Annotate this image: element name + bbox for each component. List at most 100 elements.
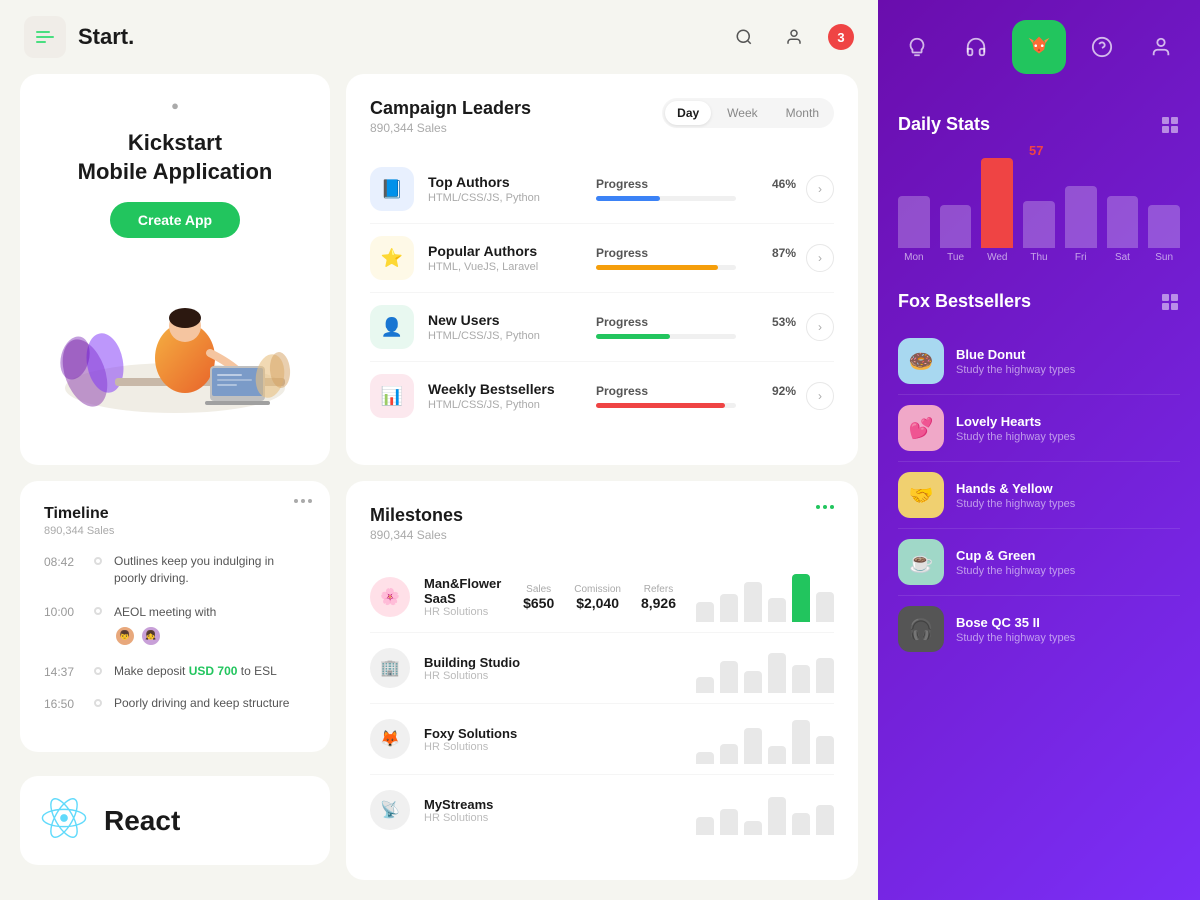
nav-user-icon[interactable]	[1139, 25, 1183, 69]
row-arrow-1[interactable]: ›	[806, 175, 834, 203]
campaign-card: Campaign Leaders 890,344 Sales Day Week …	[346, 74, 858, 465]
bs-sub-1: Study the highway types	[956, 364, 1180, 376]
bar-item-sun: Sun	[1148, 205, 1180, 263]
row-info-2: Popular Authors HTML, VueJS, Laravel	[428, 243, 596, 273]
left-bottom: Timeline 890,344 Sales 08:42 Outlines ke…	[20, 481, 330, 880]
logo-box	[24, 16, 66, 58]
bs-thumb-5: 🎧	[898, 606, 944, 652]
notification-badge[interactable]: 3	[828, 24, 854, 50]
tl-text-3: Make deposit USD 700 to ESL	[114, 663, 277, 680]
progress-bar-bg-2	[596, 265, 736, 270]
tl-text-4: Poorly driving and keep structure	[114, 695, 289, 712]
tab-month[interactable]: Month	[774, 101, 831, 125]
bs-sub-5: Study the highway types	[956, 632, 1180, 644]
row-arrow-4[interactable]: ›	[806, 382, 834, 410]
ms-name-1: Man&Flower SaaS	[424, 576, 523, 606]
row-tech-2: HTML, VueJS, Laravel	[428, 261, 596, 273]
row-tech-3: HTML/CSS/JS, Python	[428, 330, 596, 342]
ms-sub-1: HR Solutions	[424, 606, 523, 618]
bs-info-2: Lovely Hearts Study the highway types	[956, 414, 1180, 443]
row-progress-3: Progress 53%	[596, 315, 796, 339]
bar-col-mon	[898, 196, 930, 248]
fox-bestsellers-title: Fox Bestsellers	[898, 291, 1031, 312]
bar-label-fri: Fri	[1075, 252, 1087, 263]
ms-icon-2: 🏢	[370, 648, 410, 688]
avatar-2: 👧	[140, 625, 162, 647]
bar-label-mon: Mon	[904, 252, 923, 263]
kickstart-title: Kickstart Mobile Application	[78, 129, 273, 186]
milestone-row-4: 📡 MyStreams HR Solutions	[370, 775, 834, 845]
ms-refers-label: Refers	[641, 584, 676, 595]
row-progress-1: Progress 46%	[596, 177, 796, 201]
bar-item-fri: Fri	[1065, 186, 1097, 263]
progress-bar-fill-3	[596, 334, 670, 339]
bestseller-item-4[interactable]: ☕ Cup & Green Study the highway types	[898, 529, 1180, 596]
search-icon[interactable]	[728, 21, 760, 53]
brand-name: Start.	[78, 24, 134, 50]
progress-bar-fill-4	[596, 403, 725, 408]
campaign-row-3: 👤 New Users HTML/CSS/JS, Python Progress…	[370, 293, 834, 362]
row-name-2: Popular Authors	[428, 243, 596, 259]
user-icon[interactable]	[778, 21, 810, 53]
row-info-4: Weekly Bestsellers HTML/CSS/JS, Python	[428, 381, 596, 411]
bar-item-mon: Mon	[898, 196, 930, 263]
row-name-3: New Users	[428, 312, 596, 328]
bs-thumb-4: ☕	[898, 539, 944, 585]
bar-label-tue: Tue	[947, 252, 964, 263]
bs-info-4: Cup & Green Study the highway types	[956, 548, 1180, 577]
bar-label-sun: Sun	[1155, 252, 1173, 263]
progress-bar-fill-2	[596, 265, 718, 270]
row-info-1: Top Authors HTML/CSS/JS, Python	[428, 174, 596, 204]
bar-col-sat	[1107, 196, 1139, 248]
nav-fox-icon[interactable]	[1012, 20, 1066, 74]
bs-info-3: Hands & Yellow Study the highway types	[956, 481, 1180, 510]
row-icon-4: 📊	[370, 374, 414, 418]
timeline-list: 08:42 Outlines keep you indulging in poo…	[44, 553, 306, 712]
bar-chart-container: 57 MonTueWedThuFriSatSun	[898, 151, 1180, 271]
grid-icon[interactable]	[1162, 117, 1180, 133]
tl-time-1: 08:42	[44, 555, 82, 569]
row-icon-3: 👤	[370, 305, 414, 349]
bar-col-wed	[981, 158, 1013, 248]
bestseller-item-2[interactable]: 💕 Lovely Hearts Study the highway types	[898, 395, 1180, 462]
ms-icon-4: 📡	[370, 790, 410, 830]
bs-name-1: Blue Donut	[956, 347, 1180, 362]
bar-col-tue	[940, 205, 972, 248]
progress-bar-fill-1	[596, 196, 660, 201]
tab-week[interactable]: Week	[715, 101, 769, 125]
row-icon-2: ⭐	[370, 236, 414, 280]
milestones-title: Milestones	[370, 505, 463, 526]
nav-headset-icon[interactable]	[954, 25, 998, 69]
ms-sales-label: Sales	[523, 584, 554, 595]
ms-sales-value: $650	[523, 595, 554, 611]
nav-bulb-icon[interactable]	[895, 25, 939, 69]
bestseller-list: 🍩 Blue Donut Study the highway types 💕 L…	[898, 328, 1180, 662]
create-app-button[interactable]: Create App	[110, 202, 240, 238]
tab-day[interactable]: Day	[665, 101, 711, 125]
progress-label-1: Progress 46%	[596, 177, 796, 191]
milestones-menu[interactable]	[816, 505, 834, 509]
nav-question-icon[interactable]	[1080, 25, 1124, 69]
timeline-menu[interactable]	[294, 499, 312, 503]
bar-label-sat: Sat	[1115, 252, 1130, 263]
bar-chart: MonTueWedThuFriSatSun	[898, 151, 1180, 271]
react-badge: React	[20, 776, 330, 865]
grid-icon-2[interactable]	[1162, 294, 1180, 310]
bestseller-item-3[interactable]: 🤝 Hands & Yellow Study the highway types	[898, 462, 1180, 529]
tab-group: Day Week Month	[662, 98, 834, 128]
bs-name-2: Lovely Hearts	[956, 414, 1180, 429]
bestseller-item-5[interactable]: 🎧 Bose QC 35 II Study the highway types	[898, 596, 1180, 662]
bs-info-5: Bose QC 35 II Study the highway types	[956, 615, 1180, 644]
bar-item-tue: Tue	[940, 205, 972, 263]
bs-name-4: Cup & Green	[956, 548, 1180, 563]
row-info-3: New Users HTML/CSS/JS, Python	[428, 312, 596, 342]
ms-name-3: Foxy Solutions	[424, 726, 550, 741]
bar-col-sun	[1148, 205, 1180, 248]
bs-sub-3: Study the highway types	[956, 498, 1180, 510]
bar-item-wed: Wed	[981, 158, 1013, 263]
row-icon-1: 📘	[370, 167, 414, 211]
bestseller-item-1[interactable]: 🍩 Blue Donut Study the highway types	[898, 328, 1180, 395]
campaign-row-2: ⭐ Popular Authors HTML, VueJS, Laravel P…	[370, 224, 834, 293]
row-arrow-2[interactable]: ›	[806, 244, 834, 272]
row-arrow-3[interactable]: ›	[806, 313, 834, 341]
